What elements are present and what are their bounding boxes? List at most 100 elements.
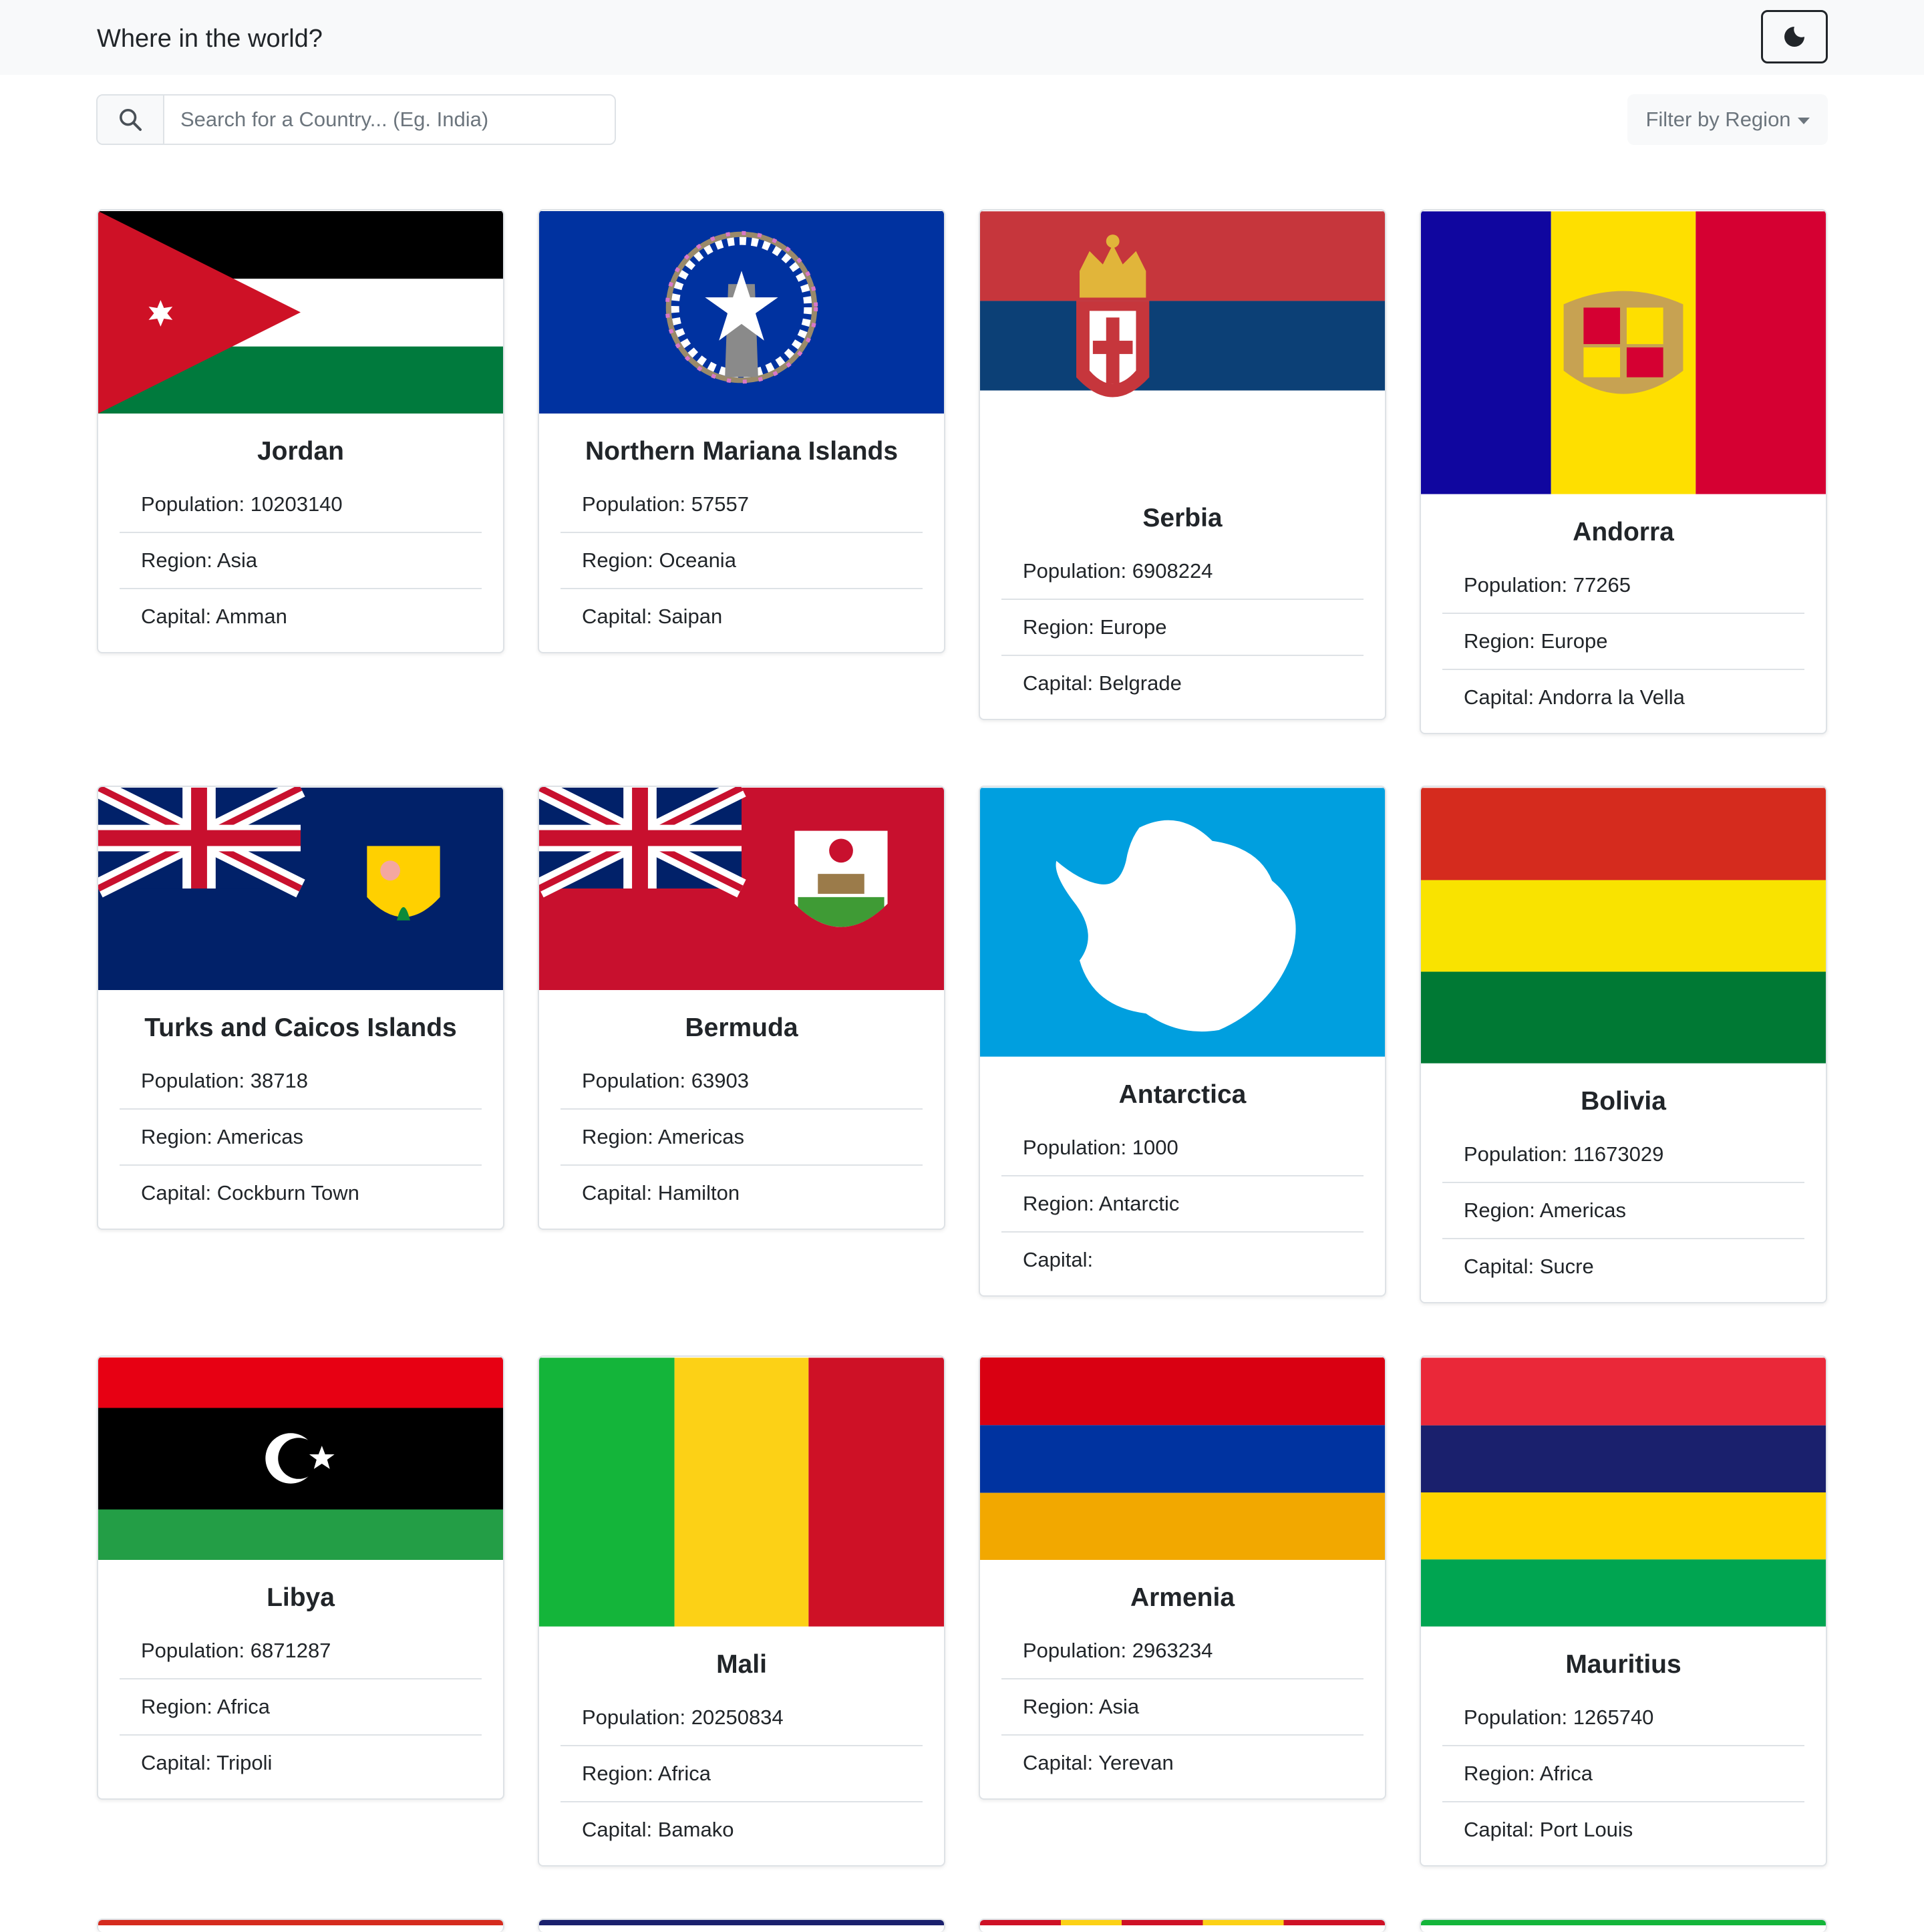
region-label: Region: [1023, 1192, 1099, 1215]
region-label: Region: [582, 548, 659, 572]
region-label: Region: [1464, 1198, 1540, 1222]
capital-value: Amman [216, 605, 287, 628]
country-card[interactable]: Mauritius Population: 1265740 Region: Af… [1420, 1355, 1827, 1867]
capital-row: Capital: Tripoli [120, 1736, 482, 1790]
region-value: Africa [216, 1695, 271, 1718]
country-card[interactable]: Jordan Population: 10203140 Region: Asia… [97, 209, 504, 653]
country-card[interactable]: Armenia Population: 2963234 Region: Asia… [979, 1355, 1386, 1800]
country-name: Andorra [1573, 518, 1674, 546]
country-card[interactable]: Antarctica Population: 1000 Region: Anta… [979, 786, 1386, 1297]
population-label: Population: [582, 1069, 691, 1092]
population-label: Population: [1023, 559, 1132, 583]
flag-libya [98, 1357, 503, 1560]
capital-row: Capital: Sucre [1442, 1239, 1804, 1294]
capital-value: Andorra la Vella [1539, 685, 1685, 709]
capital-value: Sucre [1539, 1255, 1594, 1278]
population-row: Population: 63903 [560, 1054, 923, 1110]
country-name: Antarctica [1118, 1080, 1247, 1109]
region-value: Africa [657, 1762, 711, 1785]
population-row: Population: 2963234 [1001, 1623, 1364, 1679]
country-details: Population: 1265740 Region: Africa Capit… [1442, 1690, 1804, 1857]
country-details: Population: 1000 Region: Antarctic Capit… [1001, 1120, 1364, 1287]
capital-row: Capital: Cockburn Town [120, 1166, 482, 1221]
country-card[interactable]: Libya Population: 6871287 Region: Africa… [97, 1355, 504, 1800]
population-row: Population: 1000 [1001, 1120, 1364, 1176]
country-card[interactable]: Northern Mariana Islands Population: 575… [538, 209, 945, 653]
capital-label: Capital: [1023, 1248, 1094, 1271]
population-row: Population: 6871287 [120, 1623, 482, 1679]
region-label: Region: [582, 1762, 658, 1785]
population-value: 6871287 [250, 1639, 331, 1662]
country-name: Jordan [257, 437, 345, 466]
country-card[interactable]: Bolivia Population: 11673029 Region: Ame… [1420, 786, 1827, 1303]
population-label: Population: [141, 492, 251, 516]
capital-value: Saipan [657, 605, 723, 628]
app-title: Where in the world? [97, 25, 323, 53]
capital-value: Bamako [657, 1818, 734, 1841]
region-value: Africa [1539, 1762, 1593, 1785]
population-value: 10203140 [250, 492, 343, 516]
population-label: Population: [1464, 573, 1573, 597]
region-row: Region: Africa [120, 1679, 482, 1736]
capital-value: Hamilton [657, 1181, 740, 1204]
flag-mauritius [1421, 1357, 1826, 1627]
population-value: 11673029 [1573, 1142, 1664, 1166]
filter-label: Filter by Region [1645, 108, 1791, 131]
country-name: Armenia [1130, 1583, 1235, 1612]
region-value: Americas [657, 1125, 744, 1148]
search-icon-box[interactable] [98, 96, 164, 144]
region-row: Region: Americas [560, 1110, 923, 1166]
country-card[interactable]: Turks and Caicos Islands Population: 387… [97, 786, 504, 1230]
population-label: Population: [582, 492, 691, 516]
caret-down-icon [1797, 118, 1810, 124]
country-name: Serbia [1142, 504, 1223, 532]
flag-partial [980, 1920, 1385, 1925]
country-card[interactable]: Serbia Population: 6908224 Region: Europ… [979, 209, 1386, 720]
country-card-partial[interactable] [979, 1919, 1386, 1932]
country-card[interactable]: Andorra Population: 77265 Region: Europe… [1420, 209, 1827, 734]
population-row: Population: 6908224 [1001, 544, 1364, 600]
country-card-partial[interactable] [538, 1919, 945, 1932]
region-value: Asia [1098, 1695, 1140, 1718]
region-row: Region: Africa [1442, 1746, 1804, 1802]
capital-label: Capital: [1464, 1818, 1540, 1841]
country-card-partial[interactable] [97, 1919, 504, 1932]
country-details: Population: 10203140 Region: Asia Capita… [120, 477, 482, 644]
population-label: Population: [1464, 1142, 1573, 1166]
capital-label: Capital: [1023, 671, 1099, 695]
region-value: Americas [1539, 1198, 1626, 1222]
capital-value: Port Louis [1539, 1818, 1633, 1841]
capital-row: Capital: Andorra la Vella [1442, 670, 1804, 725]
flag-bolivia [1421, 788, 1826, 1064]
region-filter-dropdown[interactable]: Filter by Region [1627, 94, 1828, 145]
country-name: Mauritius [1565, 1650, 1681, 1679]
country-name: Mali [716, 1650, 767, 1679]
region-row: Region: Asia [1001, 1679, 1364, 1736]
search-input[interactable] [164, 96, 615, 144]
capital-row: Capital: Yerevan [1001, 1736, 1364, 1790]
population-row: Population: 57557 [560, 477, 923, 533]
population-row: Population: 77265 [1442, 558, 1804, 614]
theme-toggle-button[interactable] [1761, 10, 1828, 63]
population-label: Population: [582, 1706, 691, 1729]
capital-label: Capital: [1023, 1751, 1099, 1774]
capital-label: Capital: [582, 605, 658, 628]
flag-turks-and-caicos-islands [98, 787, 503, 990]
search-icon [120, 109, 142, 131]
flag-northern-mariana-islands [539, 211, 944, 414]
moon-icon [1784, 27, 1804, 47]
country-card-partial[interactable] [1420, 1919, 1827, 1932]
region-label: Region: [582, 1125, 658, 1148]
flag-partial [1421, 1920, 1826, 1925]
population-label: Population: [1464, 1706, 1573, 1729]
region-value: Americas [216, 1125, 303, 1148]
population-row: Population: 20250834 [560, 1690, 923, 1746]
country-card[interactable]: Bermuda Population: 63903 Region: Americ… [538, 786, 945, 1230]
region-label: Region: [1023, 615, 1100, 639]
region-label: Region: [1464, 1762, 1540, 1785]
capital-label: Capital: [582, 1818, 658, 1841]
country-name: Turks and Caicos Islands [144, 1013, 457, 1042]
country-details: Population: 77265 Region: Europe Capital… [1442, 558, 1804, 725]
flag-armenia [980, 1357, 1385, 1560]
country-card[interactable]: Mali Population: 20250834 Region: Africa… [538, 1355, 945, 1867]
